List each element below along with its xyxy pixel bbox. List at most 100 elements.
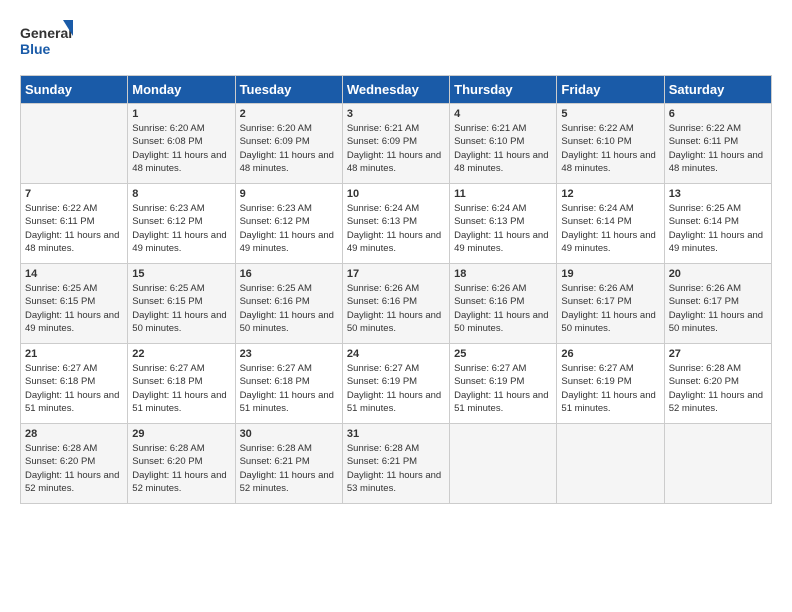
day-info: Sunrise: 6:27 AMSunset: 6:18 PMDaylight:… — [240, 362, 338, 415]
weekday-header-row: SundayMondayTuesdayWednesdayThursdayFrid… — [21, 76, 772, 104]
day-number: 21 — [25, 348, 123, 360]
day-info: Sunrise: 6:28 AMSunset: 6:20 PMDaylight:… — [25, 442, 123, 495]
calendar-cell: 9Sunrise: 6:23 AMSunset: 6:12 PMDaylight… — [235, 184, 342, 264]
calendar-cell: 13 Sunrise: 6:25 AMSunset: 6:14 PMDayligh… — [664, 184, 771, 264]
day-info: Sunrise: 6:27 AMSunset: 6:19 PMDaylight:… — [561, 362, 659, 415]
calendar-week-row: 14Sunrise: 6:25 AMSunset: 6:15 PMDayligh… — [21, 264, 772, 344]
calendar-cell: 7 Sunrise: 6:22 AMSunset: 6:11 PMDaylight… — [21, 184, 128, 264]
calendar-week-row: 1 Sunrise: 6:20 AMSunset: 6:08 PMDaylight… — [21, 104, 772, 184]
calendar-cell: 14Sunrise: 6:25 AMSunset: 6:15 PMDayligh… — [21, 264, 128, 344]
calendar-cell: 1 Sunrise: 6:20 AMSunset: 6:08 PMDaylight… — [128, 104, 235, 184]
calendar-cell — [557, 424, 664, 504]
weekday-header: Tuesday — [235, 76, 342, 104]
day-number: 27 — [669, 348, 767, 360]
day-info: Sunrise: 6:26 AMSunset: 6:17 PMDaylight:… — [669, 282, 767, 335]
day-number: 6 — [669, 108, 767, 120]
calendar-table: SundayMondayTuesdayWednesdayThursdayFrid… — [20, 75, 772, 504]
calendar-cell: 30 Sunrise: 6:28 AMSunset: 6:21 PMDayligh… — [235, 424, 342, 504]
day-number: 8 — [132, 188, 230, 200]
calendar-cell: 22Sunrise: 6:27 AMSunset: 6:18 PMDayligh… — [128, 344, 235, 424]
calendar-cell: 29 Sunrise: 6:28 AMSunset: 6:20 PMDayligh… — [128, 424, 235, 504]
day-info: Sunrise: 6:23 AMSunset: 6:12 PMDaylight:… — [132, 202, 230, 255]
day-number: 10 — [347, 188, 445, 200]
day-number: 19 — [561, 268, 659, 280]
calendar-cell: 2 Sunrise: 6:20 AMSunset: 6:09 PMDaylight… — [235, 104, 342, 184]
calendar-cell: 5 Sunrise: 6:22 AMSunset: 6:10 PMDaylight… — [557, 104, 664, 184]
weekday-header: Thursday — [450, 76, 557, 104]
day-info: Sunrise: 6:25 AMSunset: 6:15 PMDaylight:… — [25, 282, 123, 335]
day-number: 16 — [240, 268, 338, 280]
day-info: Sunrise: 6:28 AMSunset: 6:20 PMDaylight:… — [132, 442, 230, 495]
day-number: 2 — [240, 108, 338, 120]
day-number: 30 — [240, 428, 338, 440]
day-number: 26 — [561, 348, 659, 360]
day-info: Sunrise: 6:24 AMSunset: 6:13 PMDaylight:… — [347, 202, 445, 255]
day-info: Sunrise: 6:28 AMSunset: 6:20 PMDaylight:… — [669, 362, 767, 415]
day-info: Sunrise: 6:26 AMSunset: 6:17 PMDaylight:… — [561, 282, 659, 335]
calendar-cell: 15 Sunrise: 6:25 AMSunset: 6:15 PMDayligh… — [128, 264, 235, 344]
day-number: 3 — [347, 108, 445, 120]
calendar-cell: 6 Sunrise: 6:22 AMSunset: 6:11 PMDaylight… — [664, 104, 771, 184]
calendar-cell: 23 Sunrise: 6:27 AMSunset: 6:18 PMDayligh… — [235, 344, 342, 424]
day-number: 23 — [240, 348, 338, 360]
day-number: 11 — [454, 188, 552, 200]
calendar-cell: 26 Sunrise: 6:27 AMSunset: 6:19 PMDayligh… — [557, 344, 664, 424]
calendar-week-row: 28 Sunrise: 6:28 AMSunset: 6:20 PMDayligh… — [21, 424, 772, 504]
calendar-cell: 28 Sunrise: 6:28 AMSunset: 6:20 PMDayligh… — [21, 424, 128, 504]
day-info: Sunrise: 6:26 AMSunset: 6:16 PMDaylight:… — [454, 282, 552, 335]
day-number: 28 — [25, 428, 123, 440]
day-info: Sunrise: 6:25 AMSunset: 6:15 PMDaylight:… — [132, 282, 230, 335]
day-number: 29 — [132, 428, 230, 440]
svg-text:Blue: Blue — [20, 41, 51, 57]
day-number: 4 — [454, 108, 552, 120]
day-number: 18 — [454, 268, 552, 280]
calendar-cell — [664, 424, 771, 504]
calendar-cell: 4 Sunrise: 6:21 AMSunset: 6:10 PMDaylight… — [450, 104, 557, 184]
day-number: 20 — [669, 268, 767, 280]
calendar-cell: 21 Sunrise: 6:27 AMSunset: 6:18 PMDayligh… — [21, 344, 128, 424]
day-info: Sunrise: 6:24 AMSunset: 6:13 PMDaylight:… — [454, 202, 552, 255]
day-number: 5 — [561, 108, 659, 120]
day-info: Sunrise: 6:21 AMSunset: 6:09 PMDaylight:… — [347, 122, 445, 175]
day-number: 1 — [132, 108, 230, 120]
day-info: Sunrise: 6:20 AMSunset: 6:09 PMDaylight:… — [240, 122, 338, 175]
day-number: 25 — [454, 348, 552, 360]
svg-text:General: General — [20, 25, 72, 41]
weekday-header: Monday — [128, 76, 235, 104]
weekday-header: Sunday — [21, 76, 128, 104]
day-number: 15 — [132, 268, 230, 280]
day-info: Sunrise: 6:20 AMSunset: 6:08 PMDaylight:… — [132, 122, 230, 175]
day-info: Sunrise: 6:28 AMSunset: 6:21 PMDaylight:… — [240, 442, 338, 495]
calendar-cell: 12Sunrise: 6:24 AMSunset: 6:14 PMDayligh… — [557, 184, 664, 264]
calendar-cell: 17Sunrise: 6:26 AMSunset: 6:16 PMDayligh… — [342, 264, 449, 344]
page-header: General Blue — [20, 20, 772, 65]
day-info: Sunrise: 6:25 AMSunset: 6:14 PMDaylight:… — [669, 202, 767, 255]
calendar-cell: 10 Sunrise: 6:24 AMSunset: 6:13 PMDayligh… — [342, 184, 449, 264]
day-number: 17 — [347, 268, 445, 280]
calendar-cell: 24Sunrise: 6:27 AMSunset: 6:19 PMDayligh… — [342, 344, 449, 424]
day-info: Sunrise: 6:21 AMSunset: 6:10 PMDaylight:… — [454, 122, 552, 175]
day-info: Sunrise: 6:28 AMSunset: 6:21 PMDaylight:… — [347, 442, 445, 495]
day-info: Sunrise: 6:24 AMSunset: 6:14 PMDaylight:… — [561, 202, 659, 255]
calendar-cell — [450, 424, 557, 504]
calendar-week-row: 7 Sunrise: 6:22 AMSunset: 6:11 PMDaylight… — [21, 184, 772, 264]
day-info: Sunrise: 6:25 AMSunset: 6:16 PMDaylight:… — [240, 282, 338, 335]
day-info: Sunrise: 6:27 AMSunset: 6:18 PMDaylight:… — [132, 362, 230, 415]
calendar-cell: 3 Sunrise: 6:21 AMSunset: 6:09 PMDaylight… — [342, 104, 449, 184]
day-number: 7 — [25, 188, 123, 200]
calendar-cell: 16 Sunrise: 6:25 AMSunset: 6:16 PMDayligh… — [235, 264, 342, 344]
calendar-cell: 20 Sunrise: 6:26 AMSunset: 6:17 PMDayligh… — [664, 264, 771, 344]
day-info: Sunrise: 6:27 AMSunset: 6:18 PMDaylight:… — [25, 362, 123, 415]
day-number: 13 — [669, 188, 767, 200]
day-info: Sunrise: 6:22 AMSunset: 6:11 PMDaylight:… — [25, 202, 123, 255]
calendar-cell: 31 Sunrise: 6:28 AMSunset: 6:21 PMDayligh… — [342, 424, 449, 504]
day-number: 9 — [240, 188, 338, 200]
calendar-cell: 8 Sunrise: 6:23 AMSunset: 6:12 PMDaylight… — [128, 184, 235, 264]
logo-svg: General Blue — [20, 20, 75, 65]
weekday-header: Wednesday — [342, 76, 449, 104]
calendar-cell: 11 Sunrise: 6:24 AMSunset: 6:13 PMDayligh… — [450, 184, 557, 264]
day-info: Sunrise: 6:22 AMSunset: 6:10 PMDaylight:… — [561, 122, 659, 175]
day-number: 31 — [347, 428, 445, 440]
day-info: Sunrise: 6:22 AMSunset: 6:11 PMDaylight:… — [669, 122, 767, 175]
calendar-cell: 19 Sunrise: 6:26 AMSunset: 6:17 PMDayligh… — [557, 264, 664, 344]
